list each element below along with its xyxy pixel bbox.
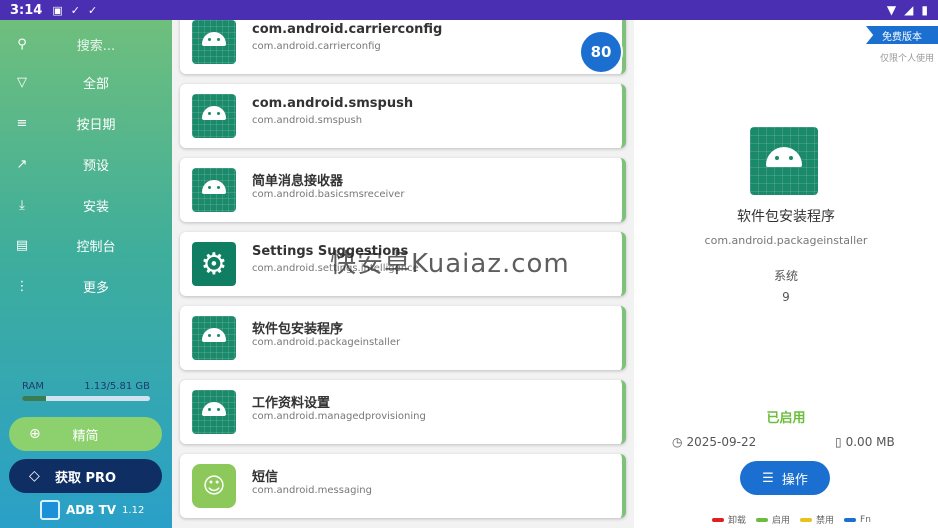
app-title: 短信	[252, 470, 279, 485]
app-detail-panel: 免费版本 仅限个人使用 软件包安装程序 com.android.packagei…	[634, 20, 938, 528]
sidebar-item-label: 控制台	[76, 239, 116, 255]
detail-type: 系统	[773, 269, 798, 283]
sidebar-item-console[interactable]: ▤ 控制台	[0, 227, 172, 263]
search-input[interactable]: ⚲ 搜索...	[0, 26, 172, 62]
filter-icon: ▽	[17, 74, 27, 90]
check-icon: ✓	[70, 3, 80, 17]
sidebar-item-label: 按日期	[76, 117, 116, 133]
operations-button[interactable]: ☰ 操作	[740, 461, 830, 495]
sidebar: ⚲ 搜索... ▽ 全部 ≡ 按日期 ↗ 预设 ⤓ 安装 ▤ 控制台 ⋮ 更多 …	[0, 20, 172, 528]
color-legend: 卸载 启用 禁用 Fn	[712, 513, 871, 526]
clock-icon: ◷	[672, 435, 683, 449]
app-title: com.android.smspush	[252, 96, 414, 111]
detail-version: 9	[782, 290, 790, 304]
search-placeholder: 搜索...	[76, 38, 116, 54]
list-item[interactable]: 简单消息接收器 com.android.basicsmsreceiver	[180, 158, 626, 222]
ram-bar-fill	[22, 396, 47, 401]
app-package: com.android.messaging	[252, 485, 372, 496]
signal-icon: ◢	[904, 3, 914, 17]
app-name: ADB TV	[66, 503, 117, 517]
download-icon: ⤓	[19, 197, 25, 213]
more-vert-icon: ⋮	[15, 278, 29, 294]
sidebar-item-label: 更多	[82, 280, 109, 296]
legend-label: 卸载	[728, 516, 747, 526]
app-package: com.android.carrierconfig	[252, 41, 381, 52]
adb-tv-logo-icon	[40, 500, 60, 520]
sidebar-item-presets[interactable]: ↗ 预设	[0, 146, 172, 182]
ram-bar	[22, 396, 150, 401]
check-icon: ✓	[87, 3, 98, 17]
android-icon	[192, 316, 236, 360]
simple-mode-button[interactable]: ⊕ 精简	[9, 417, 162, 451]
open-external-icon: ↗	[16, 156, 28, 172]
list-item[interactable]: ☺ 短信 com.android.messaging	[180, 454, 626, 518]
android-icon	[192, 94, 236, 138]
legend-label: 启用	[772, 516, 791, 526]
menu-icon: ☰	[762, 470, 774, 486]
settings-gear-icon: ⚙	[192, 242, 236, 286]
personal-use-note: 仅限个人使用	[879, 54, 934, 64]
list-item[interactable]: com.android.smspush com.android.smspush	[180, 84, 626, 148]
legend-label: Fn	[860, 514, 871, 525]
sidebar-item-all[interactable]: ▽ 全部	[0, 64, 172, 100]
simple-mode-label: 精简	[72, 428, 99, 444]
file-icon: ▯	[835, 435, 842, 449]
list-item[interactable]: 软件包安装程序 com.android.packageinstaller	[180, 306, 626, 370]
app-title: 工作资料设置	[252, 396, 331, 411]
detail-package: com.android.packageinstaller	[704, 234, 868, 247]
app-package: com.android.basicsmsreceiver	[252, 189, 405, 200]
sidebar-item-install[interactable]: ⤓ 安装	[0, 187, 172, 223]
status-bar: 3:14 ▣ ✓ ✓ ▼ ◢ ▮	[0, 0, 938, 20]
detail-size: ▯ 0.00 MB	[835, 435, 895, 449]
app-version: 1.12	[122, 504, 145, 516]
list-item[interactable]: 工作资料设置 com.android.managedprovisioning	[180, 380, 626, 444]
android-icon	[192, 390, 236, 434]
search-icon: ⚲	[17, 36, 27, 52]
app-title: com.android.carrierconfig	[252, 22, 443, 37]
android-icon	[192, 168, 236, 212]
watermark: 快安卓Kuaiaz.com	[330, 249, 570, 279]
battery-icon: ▮	[921, 3, 928, 17]
detail-app-name: 软件包安装程序	[737, 209, 835, 225]
free-version-ribbon: 免费版本	[866, 26, 938, 44]
legend-enabled: 启用	[756, 513, 790, 526]
clock: 3:14	[10, 2, 43, 18]
terminal-icon: ▤	[15, 237, 29, 253]
ram-value: 1.13/5.81 GB	[84, 381, 150, 392]
app-brand: ADB TV 1.12	[40, 500, 144, 520]
legend-uninstall: 卸载	[712, 513, 746, 526]
ram-usage: RAM 1.13/5.81 GB	[22, 381, 150, 401]
legend-fn: Fn	[844, 513, 871, 526]
diamond-icon: ◇	[29, 468, 40, 484]
app-package: com.android.smspush	[252, 115, 363, 126]
legend-disabled: 禁用	[800, 513, 834, 526]
get-pro-label: 获取 PRO	[54, 470, 117, 486]
sort-icon: ≡	[16, 115, 28, 131]
sidebar-item-by-date[interactable]: ≡ 按日期	[0, 105, 172, 141]
detail-date: ◷ 2025-09-22	[672, 435, 756, 449]
count-badge: 80	[579, 30, 623, 74]
android-icon	[192, 20, 236, 64]
sidebar-item-label: 全部	[82, 76, 109, 92]
detail-status: 已启用	[766, 411, 806, 426]
legend-label: 禁用	[816, 516, 835, 526]
wifi-icon: ▼	[886, 3, 897, 17]
list-item[interactable]: com.android.carrierconfig com.android.ca…	[180, 20, 626, 74]
operations-label: 操作	[781, 472, 808, 488]
sidebar-item-label: 预设	[82, 158, 109, 174]
target-icon: ⊕	[29, 426, 41, 442]
message-icon: ☺	[192, 464, 236, 508]
detail-size-value: 0.00 MB	[845, 435, 895, 449]
android-icon	[750, 127, 818, 195]
detail-date-value: 2025-09-22	[686, 435, 757, 449]
notification-a-icon: ▣	[52, 3, 63, 17]
get-pro-button[interactable]: ◇ 获取 PRO	[9, 459, 162, 493]
app-package: com.android.managedprovisioning	[252, 411, 426, 422]
sidebar-item-label: 安装	[82, 199, 109, 215]
app-title: 简单消息接收器	[252, 174, 344, 189]
app-package: com.android.packageinstaller	[252, 337, 401, 348]
sidebar-item-more[interactable]: ⋮ 更多	[0, 268, 172, 304]
app-title: 软件包安装程序	[252, 322, 344, 337]
ram-label: RAM	[22, 381, 45, 392]
